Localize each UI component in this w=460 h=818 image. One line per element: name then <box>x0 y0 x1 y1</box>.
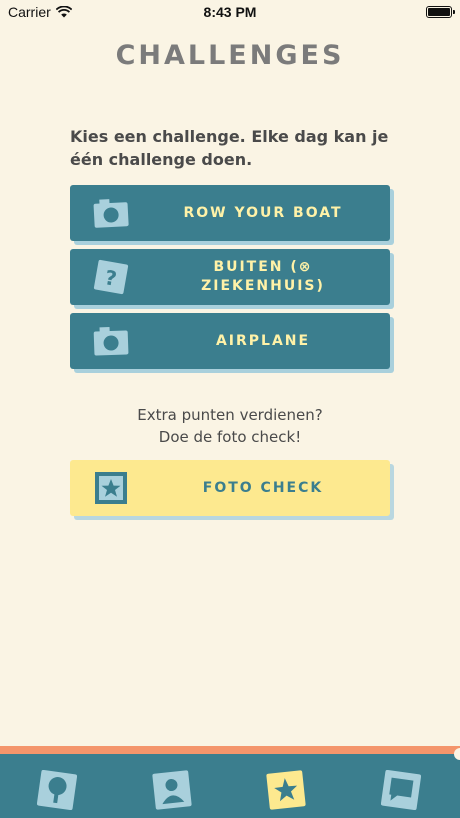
foto-check-button[interactable]: FOTO CHECK <box>70 460 390 516</box>
status-time: 8:43 PM <box>203 4 257 20</box>
challenge-button-airplane[interactable]: AIRPLANE <box>70 313 390 369</box>
page-title: CHALLENGES <box>115 40 345 71</box>
extra-line-2: Doe de foto check! <box>158 428 302 446</box>
challenge-label: ROW YOUR BOAT <box>183 204 343 221</box>
star-icon[interactable] <box>266 770 306 810</box>
star-photo-icon <box>95 472 127 504</box>
chat-icon[interactable] <box>381 770 421 810</box>
intro-text: Kies een challenge. Elke dag kan je één … <box>70 127 389 169</box>
tab-bar <box>0 746 460 818</box>
foto-check-label: FOTO CHECK <box>202 479 324 496</box>
tree-icon[interactable] <box>37 770 77 810</box>
question-icon: ? <box>93 259 129 295</box>
challenge-label: BUITEN (⊗ ZIEKENHUIS) <box>201 259 325 294</box>
status-bar: Carrier 8:43 PM <box>0 0 460 24</box>
profile-icon[interactable] <box>152 770 192 810</box>
camera-icon <box>93 327 129 356</box>
challenge-button-row-your-boat[interactable]: ROW YOUR BOAT <box>70 185 390 241</box>
extra-line-1: Extra punten verdienen? <box>137 406 323 424</box>
challenge-label: AIRPLANE <box>215 332 311 349</box>
battery-icon <box>426 6 455 18</box>
challenge-button-buiten-ziekenhuis[interactable]: ? BUITEN (⊗ ZIEKENHUIS) <box>70 249 390 305</box>
extra-points-text: Extra punten verdienen? Doe de foto chec… <box>0 404 460 448</box>
camera-icon <box>93 199 129 228</box>
